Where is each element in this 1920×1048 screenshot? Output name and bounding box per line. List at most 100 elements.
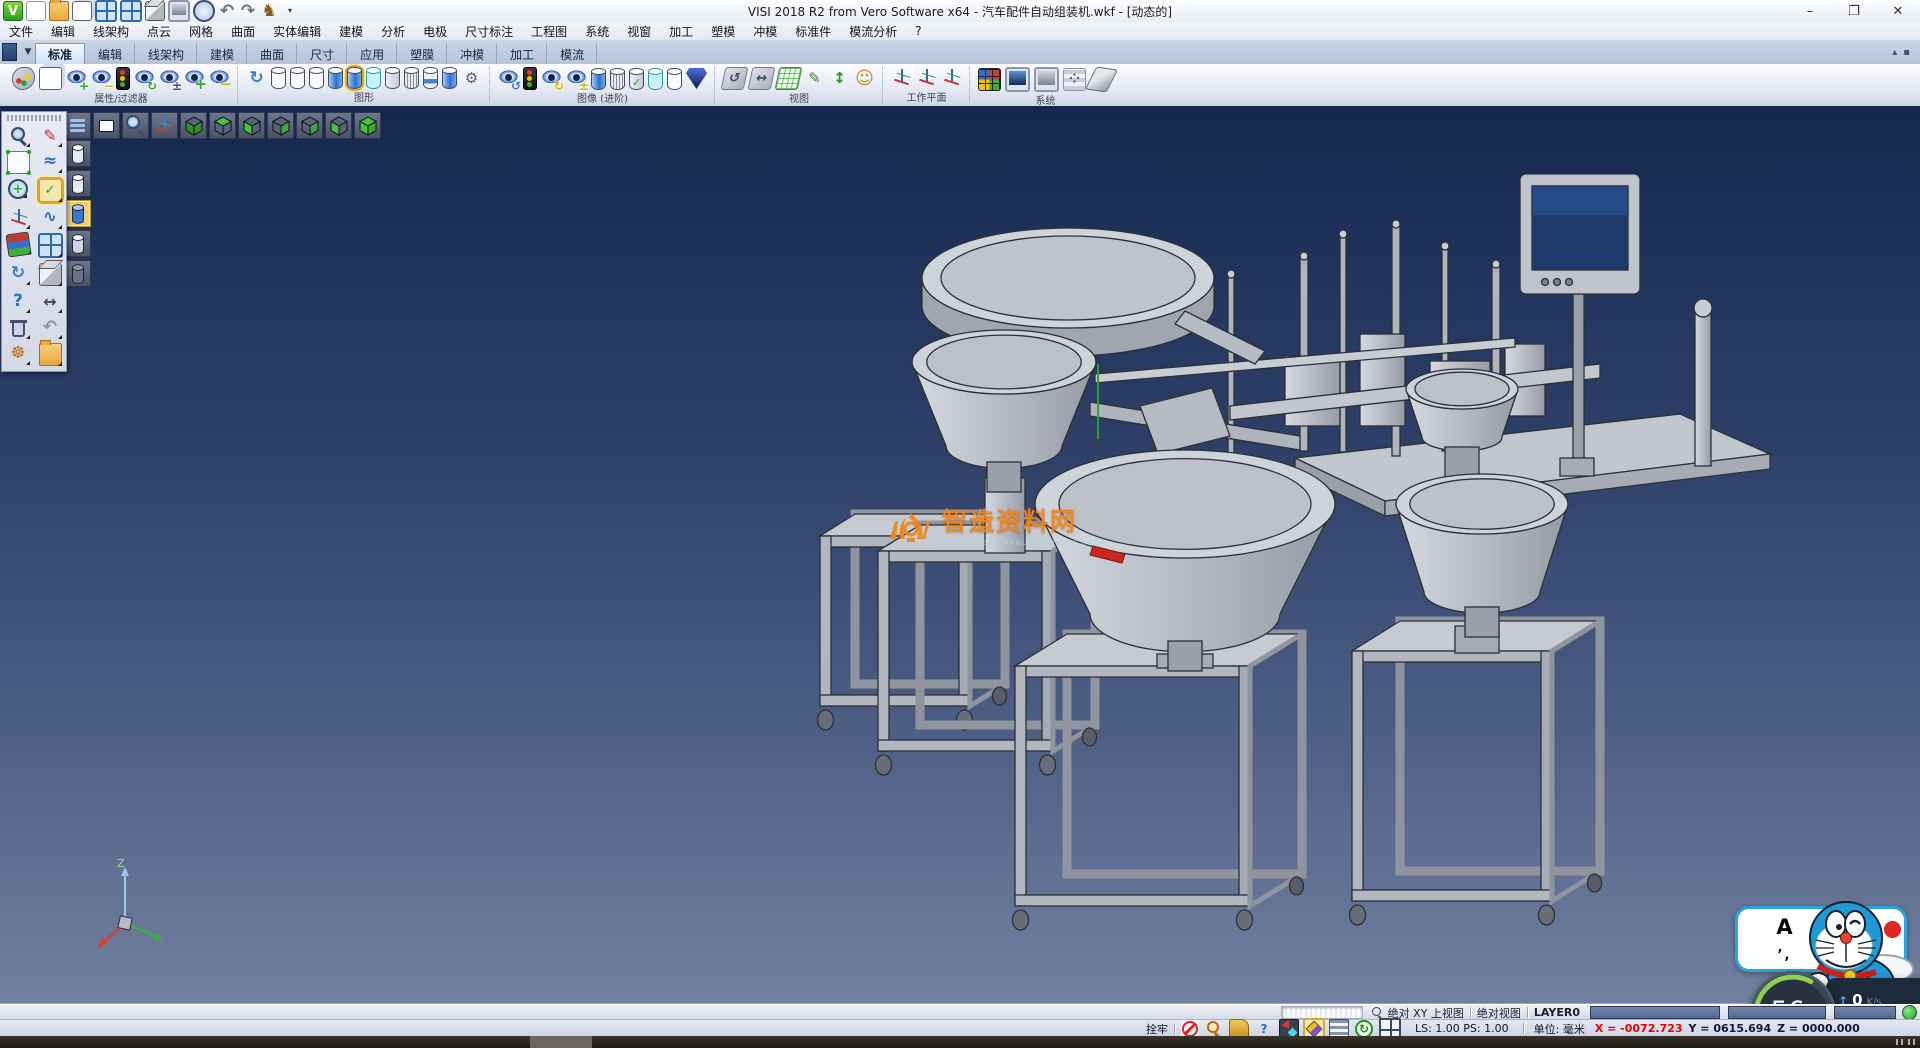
dashed-hidden-style-icon[interactable] — [309, 67, 324, 89]
advanced-shade-cone-icon[interactable] — [686, 68, 707, 89]
view-bottom-icon[interactable] — [180, 112, 207, 139]
advanced-hatch-icon[interactable] — [610, 68, 625, 90]
edit-delete-icon[interactable] — [40, 125, 61, 146]
menu-item[interactable]: 编辑 — [42, 22, 84, 40]
redo-icon[interactable] — [239, 2, 257, 20]
selection-box-icon[interactable] — [7, 151, 30, 174]
menu-item[interactable]: 点云 — [138, 22, 180, 40]
lock-label[interactable]: 拴牢 — [1146, 1021, 1168, 1037]
save-icon[interactable] — [95, 0, 117, 22]
menu-item[interactable]: 网格 — [180, 22, 222, 40]
menu-item[interactable]: 分析 — [372, 22, 414, 40]
refresh-visibility-icon[interactable] — [134, 68, 155, 89]
view-flip-icon[interactable] — [829, 68, 850, 89]
ribbon-tab[interactable]: 加工 — [497, 43, 547, 64]
save-as-icon[interactable] — [120, 0, 142, 22]
auto-rotate-icon[interactable] — [1355, 1020, 1373, 1038]
hatch-style-icon[interactable] — [404, 67, 419, 89]
show-entities-icon[interactable] — [66, 68, 87, 89]
view-right-icon[interactable] — [267, 112, 294, 139]
zoom-search-icon[interactable] — [8, 125, 29, 146]
undo-icon[interactable] — [218, 2, 236, 20]
ribbon-pin-icon[interactable]: ▪ — [1903, 47, 1910, 58]
open-file-icon[interactable] — [49, 1, 69, 21]
measure-distance-icon[interactable] — [40, 291, 61, 312]
spline-draw-icon[interactable] — [40, 207, 61, 228]
workplane-edit-icon[interactable] — [916, 67, 937, 88]
performance-gauge-widget[interactable]: 56% — [1750, 971, 1836, 1004]
advanced-refresh-icon[interactable] — [541, 68, 562, 89]
maximize-button[interactable]: ❐ — [1832, 1, 1876, 22]
print-preview-icon[interactable] — [193, 0, 215, 22]
advanced-filter-icon[interactable] — [523, 67, 537, 90]
snap-point-icon[interactable] — [1205, 1020, 1223, 1038]
menu-item[interactable]: 塑模 — [702, 22, 744, 40]
viewport-menu-icon[interactable] — [64, 112, 91, 139]
ribbon-tab[interactable]: 模流 — [547, 43, 597, 64]
menu-item[interactable]: 模流分析 — [840, 22, 906, 40]
view-top-icon[interactable] — [209, 112, 236, 139]
navigator-wheel-icon[interactable] — [8, 343, 29, 364]
axis-view-icon[interactable] — [151, 112, 178, 139]
section-style-icon[interactable] — [442, 67, 457, 89]
system-monitor-icon[interactable] — [1005, 67, 1030, 92]
menu-item[interactable]: 线架构 — [84, 22, 138, 40]
solid-cube-icon[interactable] — [39, 263, 62, 286]
new-file-icon[interactable] — [26, 1, 46, 21]
attribute-books-icon[interactable] — [5, 232, 31, 258]
ime-mode-letter[interactable]: A — [1776, 915, 1792, 939]
undo-curl-icon[interactable] — [40, 317, 61, 338]
workplane-align-icon[interactable] — [941, 67, 962, 88]
ribbon-tab[interactable]: 曲面 — [247, 43, 297, 64]
menu-item[interactable]: 实体编辑 — [264, 22, 330, 40]
layer-color-swatch[interactable] — [1590, 1006, 1720, 1019]
attributes-palette-icon[interactable] — [12, 67, 35, 90]
advanced-verify-icon[interactable] — [629, 68, 644, 90]
ribbon-tab[interactable]: 冲模 — [447, 43, 497, 64]
confirm-check-icon[interactable] — [39, 179, 62, 202]
filter-traffic-light-icon[interactable] — [116, 67, 130, 90]
ribbon-tab[interactable]: 编辑 — [85, 43, 135, 64]
display-settings-icon[interactable] — [461, 68, 482, 89]
regenerate-icon[interactable] — [8, 263, 29, 284]
hidden-line-style-icon[interactable] — [290, 67, 305, 89]
system-grid-settings-icon[interactable] — [1063, 68, 1086, 91]
curve-edit-icon[interactable] — [40, 151, 61, 172]
menu-item[interactable]: 建模 — [330, 22, 372, 40]
fill-color-swatch[interactable] — [1834, 1006, 1896, 1019]
hide-all-icon[interactable] — [209, 68, 230, 89]
shaded-edges-style-icon[interactable] — [347, 67, 362, 89]
import-file-icon[interactable] — [72, 1, 92, 21]
globe-icon[interactable] — [1902, 1005, 1917, 1020]
advanced-bright-icon[interactable] — [667, 68, 682, 90]
fit-view-icon[interactable] — [93, 112, 120, 139]
macro-icon[interactable] — [260, 2, 278, 20]
profile-mode-icon[interactable] — [1305, 1020, 1323, 1038]
ime-punctuation-icon[interactable]: ’, — [1778, 948, 1792, 963]
active-layer-label[interactable]: LAYER0 — [1534, 1006, 1580, 1019]
system-plane-icon[interactable] — [1085, 67, 1118, 93]
viewport-3d[interactable]: 智造资料网 INTELLIGENT MANUFACTURING DATA Z A… — [0, 106, 1920, 1004]
menu-item[interactable]: 冲模 — [744, 22, 786, 40]
flat-style-icon[interactable] — [385, 67, 400, 89]
quick-help-icon[interactable] — [1255, 1020, 1273, 1038]
workplane-icon[interactable] — [891, 67, 912, 88]
export-icon[interactable] — [145, 1, 165, 21]
palette-drag-handle[interactable] — [7, 115, 61, 121]
menu-item[interactable]: 视窗 — [618, 22, 660, 40]
minimize-button[interactable]: – — [1788, 1, 1832, 22]
system-colors-icon[interactable] — [978, 68, 1001, 91]
view-pan-icon[interactable] — [748, 67, 776, 90]
wireframe-render-icon[interactable] — [64, 140, 91, 167]
toolbar-options-chevron[interactable] — [281, 2, 299, 20]
visi-logo[interactable] — [3, 1, 23, 21]
network-speed-widget[interactable]: ↑ 0 K/s ↓ 0 K/s — [1826, 978, 1920, 1004]
system-monitor2-icon[interactable] — [1034, 67, 1059, 92]
line-color-swatch[interactable] — [1728, 1006, 1826, 1019]
mixed-style-icon[interactable] — [423, 67, 438, 89]
filter-copy-icon[interactable] — [39, 67, 62, 90]
menu-item[interactable]: 工程图 — [522, 22, 576, 40]
ribbon-tab[interactable]: 建模 — [197, 43, 247, 64]
open-project-icon[interactable] — [39, 343, 62, 366]
menu-item[interactable]: 尺寸标注 — [456, 22, 522, 40]
